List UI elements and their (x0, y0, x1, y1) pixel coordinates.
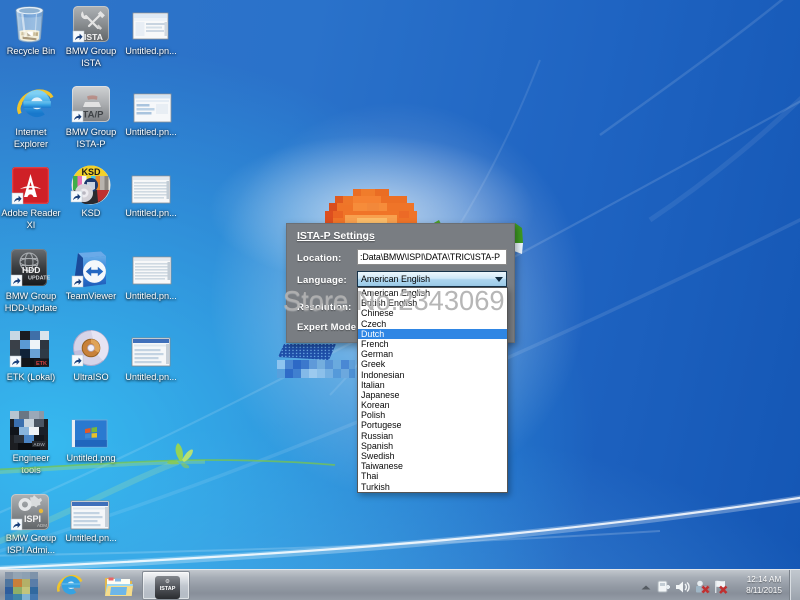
svg-text:ADM: ADM (37, 523, 47, 528)
svg-text:HDD: HDD (22, 265, 40, 275)
svg-text:ETK: ETK (36, 361, 47, 367)
svg-text:KSD: KSD (81, 167, 101, 177)
svg-text:ISTA: ISTA (84, 32, 103, 42)
svg-text:TA/P: TA/P (83, 110, 105, 121)
svg-text:UPDATE: UPDATE (28, 276, 51, 282)
svg-text:ADW: ADW (33, 442, 45, 448)
